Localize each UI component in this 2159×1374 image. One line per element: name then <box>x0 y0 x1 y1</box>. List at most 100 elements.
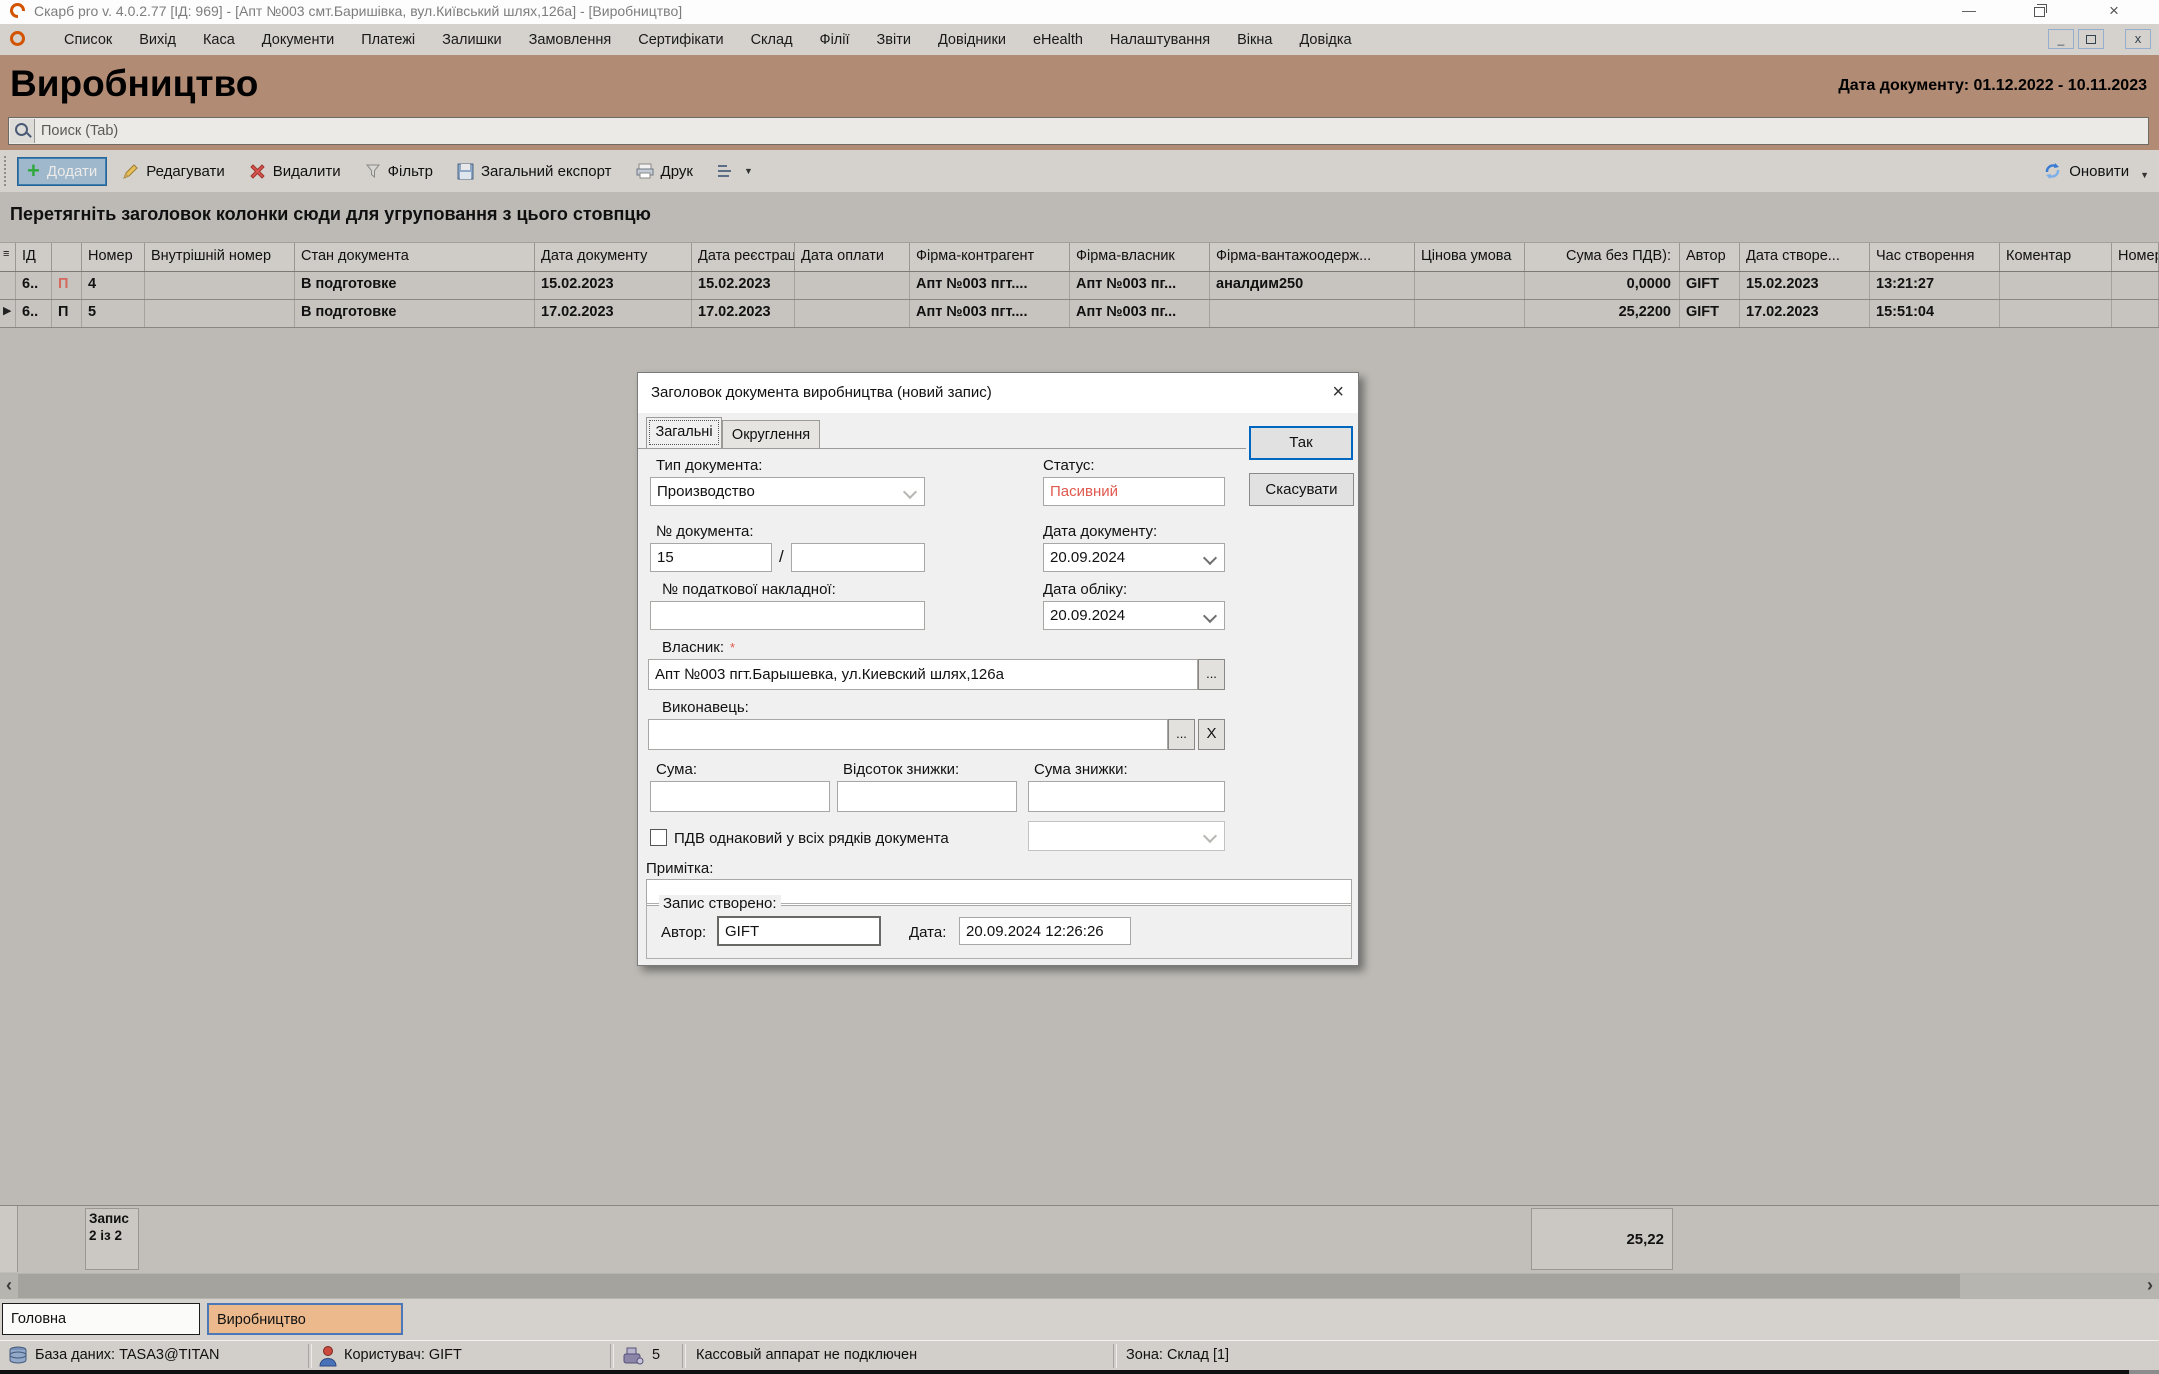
column-header-9[interactable]: Фірма-контрагент <box>910 243 1070 271</box>
column-header-0[interactable]: ≡ <box>0 243 16 271</box>
status-bar: База даних: TASA3@TITAN Користувач: GIFT… <box>0 1340 2159 1371</box>
window-restore-button[interactable] <box>2024 1 2054 20</box>
export-button[interactable]: Загальний експорт <box>449 159 620 184</box>
column-header-18[interactable]: Номер ко... <box>2112 243 2159 271</box>
cancel-button[interactable]: Скасувати <box>1249 473 1354 506</box>
mdi-minimize-button[interactable]: _ <box>2048 29 2074 49</box>
delete-button[interactable]: Видалити <box>241 159 349 184</box>
tax-invoice-input[interactable] <box>650 601 925 630</box>
statusbar-separator <box>610 1344 614 1368</box>
menu-item-3[interactable]: Документи <box>262 32 334 48</box>
grid-header-row: ≡ІДНомерВнутрішній номерСтан документаДа… <box>0 242 2159 272</box>
window-minimize-button[interactable]: — <box>1954 1 1984 20</box>
zone-label: Зона: Склад [1] <box>1126 1347 1229 1363</box>
menu-item-10[interactable]: Звіти <box>877 32 911 48</box>
executor-input[interactable] <box>648 719 1168 750</box>
column-header-14[interactable]: Автор <box>1680 243 1740 271</box>
table-cell: П <box>52 272 82 299</box>
menu-item-6[interactable]: Замовлення <box>529 32 612 48</box>
vat-checkbox-label[interactable]: ПДВ однаковий у всіх рядків документа <box>674 830 949 847</box>
column-header-3[interactable]: Номер <box>82 243 145 271</box>
table-cell <box>2112 272 2159 299</box>
menu-item-4[interactable]: Платежі <box>361 32 415 48</box>
edit-button[interactable]: Редагувати <box>114 159 233 184</box>
window-close-button[interactable]: × <box>2099 1 2129 20</box>
author-input[interactable]: GIFT <box>717 916 881 946</box>
menu-item-0[interactable]: Список <box>64 32 112 48</box>
group-by-panel[interactable]: Перетягніть заголовок колонки сюди для у… <box>0 192 2159 242</box>
add-button[interactable]: + Додати <box>18 158 106 185</box>
refresh-button[interactable]: Оновити ▼ <box>2043 150 2149 192</box>
scroll-left-button[interactable]: ‹ <box>0 1273 18 1299</box>
menu-item-15[interactable]: Довідка <box>1299 32 1351 48</box>
mdi-close-button[interactable]: x <box>2125 29 2151 49</box>
column-header-1[interactable]: ІД <box>16 243 52 271</box>
doc-number2-input[interactable] <box>791 543 925 572</box>
discount-sum-input[interactable] <box>1028 781 1225 812</box>
database-label: База даних: TASA3@TITAN <box>35 1347 220 1363</box>
menu-item-11[interactable]: Довідники <box>938 32 1006 48</box>
column-header-12[interactable]: Цінова умова <box>1415 243 1525 271</box>
doc-number-separator: / <box>779 547 784 567</box>
table-row-1[interactable]: ▶6..П5В подготовке17.02.202317.02.2023Ап… <box>0 300 2159 328</box>
table-cell: 6.. <box>16 300 52 327</box>
menu-item-9[interactable]: Філії <box>820 32 850 48</box>
executor-browse-button[interactable]: ... <box>1168 719 1195 750</box>
column-header-16[interactable]: Час створення <box>1870 243 2000 271</box>
column-header-11[interactable]: Фірма-вантажоодерж... <box>1210 243 1415 271</box>
owner-label: Власник:* <box>662 639 735 656</box>
filter-button[interactable]: Фільтр <box>357 159 441 184</box>
menu-item-8[interactable]: Склад <box>751 32 793 48</box>
menu-item-5[interactable]: Залишки <box>442 32 501 48</box>
vat-rate-combobox[interactable] <box>1028 821 1225 851</box>
ok-button[interactable]: Так <box>1249 426 1353 460</box>
doc-number-input[interactable]: 15 <box>650 543 772 572</box>
column-header-6[interactable]: Дата документу <box>535 243 692 271</box>
discount-percent-input[interactable] <box>837 781 1017 812</box>
doc-type-combobox[interactable]: Производство <box>650 477 925 506</box>
statusbar-separator <box>308 1344 312 1368</box>
scrollbar-thumb[interactable] <box>18 1274 1960 1298</box>
executor-clear-button[interactable]: X <box>1198 719 1225 750</box>
dialog-tabstrip: Загальні Округлення <box>638 417 1246 449</box>
horizontal-scrollbar[interactable]: ‹ › <box>0 1273 2159 1299</box>
tab-general[interactable]: Загальні <box>646 417 722 448</box>
table-cell: ▶ <box>0 300 16 327</box>
column-header-10[interactable]: Фірма-власник <box>1070 243 1210 271</box>
menu-item-7[interactable]: Сертифікати <box>638 32 723 48</box>
dialog-close-icon[interactable]: × <box>1332 381 1344 404</box>
menu-item-1[interactable]: Вихід <box>139 32 176 48</box>
menu-item-2[interactable]: Каса <box>203 32 235 48</box>
cash-register-status: Кассовый аппарат не подключен <box>696 1347 917 1363</box>
doc-date-picker[interactable]: 20.09.2024 <box>1043 543 1225 572</box>
menu-item-12[interactable]: eHealth <box>1033 32 1083 48</box>
tab-rounding[interactable]: Округлення <box>722 420 820 448</box>
summary-grip <box>0 1206 18 1272</box>
vat-checkbox[interactable] <box>650 829 667 846</box>
window-tab-0[interactable]: Головна <box>2 1303 200 1335</box>
toolbar-grip[interactable] <box>4 156 10 186</box>
mdi-restore-button[interactable] <box>2078 29 2104 49</box>
column-header-13[interactable]: Сума без ПДВ): <box>1525 243 1680 271</box>
column-header-15[interactable]: Дата створе... <box>1740 243 1870 271</box>
owner-browse-button[interactable]: ... <box>1198 659 1225 690</box>
column-header-8[interactable]: Дата оплати <box>795 243 910 271</box>
menu-item-14[interactable]: Вікна <box>1237 32 1272 48</box>
window-tab-1[interactable]: Виробництво <box>207 1303 403 1335</box>
column-header-7[interactable]: Дата реєстрації <box>692 243 795 271</box>
created-date-field: 20.09.2024 12:26:26 <box>959 917 1131 945</box>
column-header-17[interactable]: Коментар <box>2000 243 2112 271</box>
column-header-5[interactable]: Стан документа <box>295 243 535 271</box>
sum-input[interactable] <box>650 781 830 812</box>
search-input[interactable]: Поиск (Tab) <box>8 117 2149 145</box>
account-date-picker[interactable]: 20.09.2024 <box>1043 601 1225 630</box>
view-options-button[interactable]: ▼ <box>709 160 761 182</box>
column-header-2[interactable] <box>52 243 82 271</box>
column-header-4[interactable]: Внутрішній номер <box>145 243 295 271</box>
table-row-0[interactable]: 6..П4В подготовке15.02.202315.02.2023Апт… <box>0 272 2159 300</box>
scroll-right-button[interactable]: › <box>2141 1273 2159 1299</box>
owner-input[interactable]: Апт №003 пгт.Барышевка, ул.Киевский шлях… <box>648 659 1198 690</box>
cash-register-icon <box>622 1346 644 1365</box>
menu-item-13[interactable]: Налаштування <box>1110 32 1210 48</box>
print-button[interactable]: Друк <box>628 159 701 184</box>
